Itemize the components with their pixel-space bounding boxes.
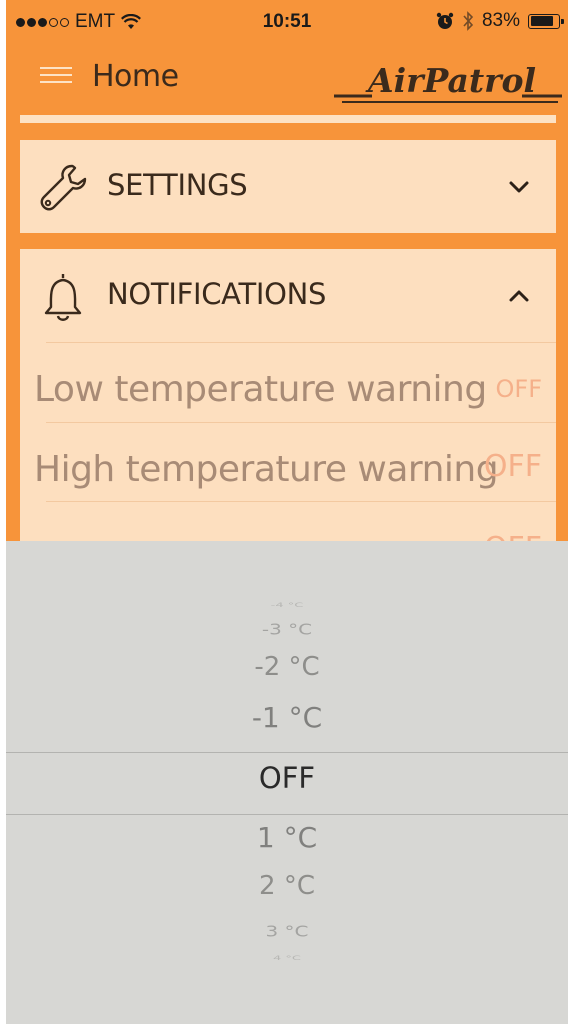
- bluetooth-icon: [463, 11, 474, 31]
- picker-option[interactable]: -4 °C: [6, 602, 568, 609]
- alarm-icon: [436, 12, 454, 29]
- picker-selection-bottom-line: [6, 814, 568, 815]
- hamburger-icon[interactable]: [40, 62, 72, 92]
- battery-icon: [528, 13, 564, 29]
- settings-section: SETTINGS: [20, 140, 556, 233]
- temperature-picker[interactable]: -4 °C -3 °C -2 °C -1 °C OFF 1 °C 2 °C 3 °C 4 °C: [6, 541, 568, 1024]
- settings-header[interactable]: SETTINGS: [20, 140, 556, 233]
- notifications-header[interactable]: NOTIFICATIONS: [20, 249, 556, 342]
- picker-selection-top-line: [6, 752, 568, 753]
- wrench-icon: [40, 164, 87, 211]
- picker-option[interactable]: -1 °C: [6, 701, 568, 734]
- row-divider: [46, 342, 556, 343]
- picker-selected-option[interactable]: OFF: [6, 761, 568, 795]
- high-temperature-warning-value: OFF: [483, 449, 542, 484]
- battery-percent: 83%: [481, 10, 520, 31]
- chevron-up-icon[interactable]: [506, 283, 532, 309]
- picker-option[interactable]: 3 °C: [6, 922, 568, 940]
- row-divider: [46, 501, 556, 502]
- picker-option[interactable]: -3 °C: [6, 620, 568, 638]
- brand-name: AirPatrol: [365, 61, 536, 100]
- picker-option[interactable]: -2 °C: [6, 652, 568, 682]
- battery-level: [530, 16, 553, 26]
- high-temperature-warning-label: High temperature warning: [34, 449, 499, 490]
- header-divider: [20, 115, 556, 123]
- status-right: 83%: [436, 10, 564, 32]
- airpatrol-logo: AirPatrol: [334, 61, 562, 103]
- bell-icon: [44, 274, 82, 321]
- row-divider: [46, 422, 556, 423]
- settings-label: SETTINGS: [107, 168, 248, 202]
- high-temperature-warning-row[interactable]: High temperature warning OFF: [20, 429, 556, 507]
- picker-option[interactable]: 2 °C: [6, 871, 568, 901]
- notifications-section: NOTIFICATIONS Low temperature warning OF…: [20, 249, 556, 569]
- nav-bar: Home AirPatrol: [6, 46, 568, 110]
- picker-option[interactable]: 1 °C: [6, 821, 568, 854]
- app-screen: EMT 10:51 83% Home AirPatrol SETTINGS NO…: [6, 0, 568, 1024]
- page-title: Home: [92, 59, 179, 94]
- chevron-down-icon[interactable]: [506, 174, 532, 200]
- low-temperature-warning-row[interactable]: Low temperature warning OFF: [20, 349, 556, 427]
- picker-option[interactable]: 4 °C: [6, 955, 568, 962]
- status-bar: EMT 10:51 83%: [6, 0, 568, 46]
- notifications-label: NOTIFICATIONS: [107, 277, 327, 311]
- low-temperature-warning-value: OFF: [495, 375, 543, 403]
- low-temperature-warning-label: Low temperature warning: [34, 369, 487, 410]
